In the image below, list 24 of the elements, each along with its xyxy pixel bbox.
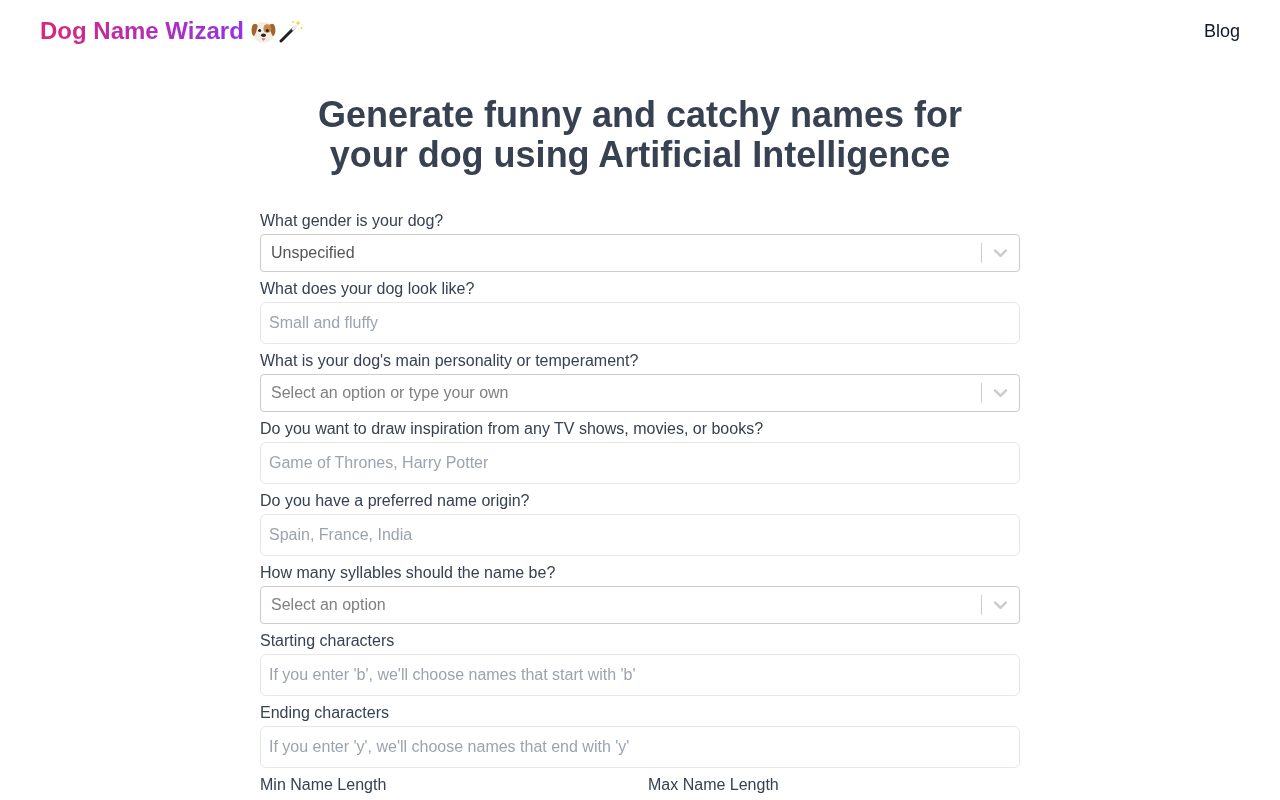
field-label: Do you want to draw inspiration from any TV shows, movies, or books? [260,419,765,439]
blog-link[interactable]: Blog [1203,19,1240,43]
field-label: Max Name Length [648,775,780,795]
text-input[interactable]: If you enter 'b', we'll choose names that start with 'b' [260,654,1020,696]
chevron-down-icon [994,248,1007,258]
field-label: How many syllables should the name be? [260,563,557,583]
select-field[interactable]: Unspecified [260,234,1020,272]
field-label: What is your dog's main personality or temperament? [260,351,640,371]
text-input[interactable]: If you enter 'y', we'll choose names that end with 'y' [260,726,1020,768]
text-input[interactable]: Spain, France, India [260,514,1020,556]
magic-wand-icon [278,19,303,43]
text-input[interactable]: Game of Thrones, Harry Potter [260,442,1020,484]
field-label: What gender is your dog? [260,211,445,231]
field-label: Min Name Length [260,775,388,795]
select-field[interactable]: Select an option or type your own [260,374,1020,412]
field-label: Do you have a preferred name origin? [260,491,531,511]
select-field[interactable]: Select an option [260,586,1020,624]
page-heading: Generate funny and catchy names for your dog using Artificial Intelligence [316,95,964,175]
chevron-down-icon [994,388,1007,398]
field-label: What does your dog look like? [260,279,476,299]
chevron-down-icon [994,600,1007,610]
field-label: Ending characters [260,703,390,723]
field-label: Starting characters [260,631,396,651]
text-input[interactable]: Small and fluffy [260,302,1020,344]
